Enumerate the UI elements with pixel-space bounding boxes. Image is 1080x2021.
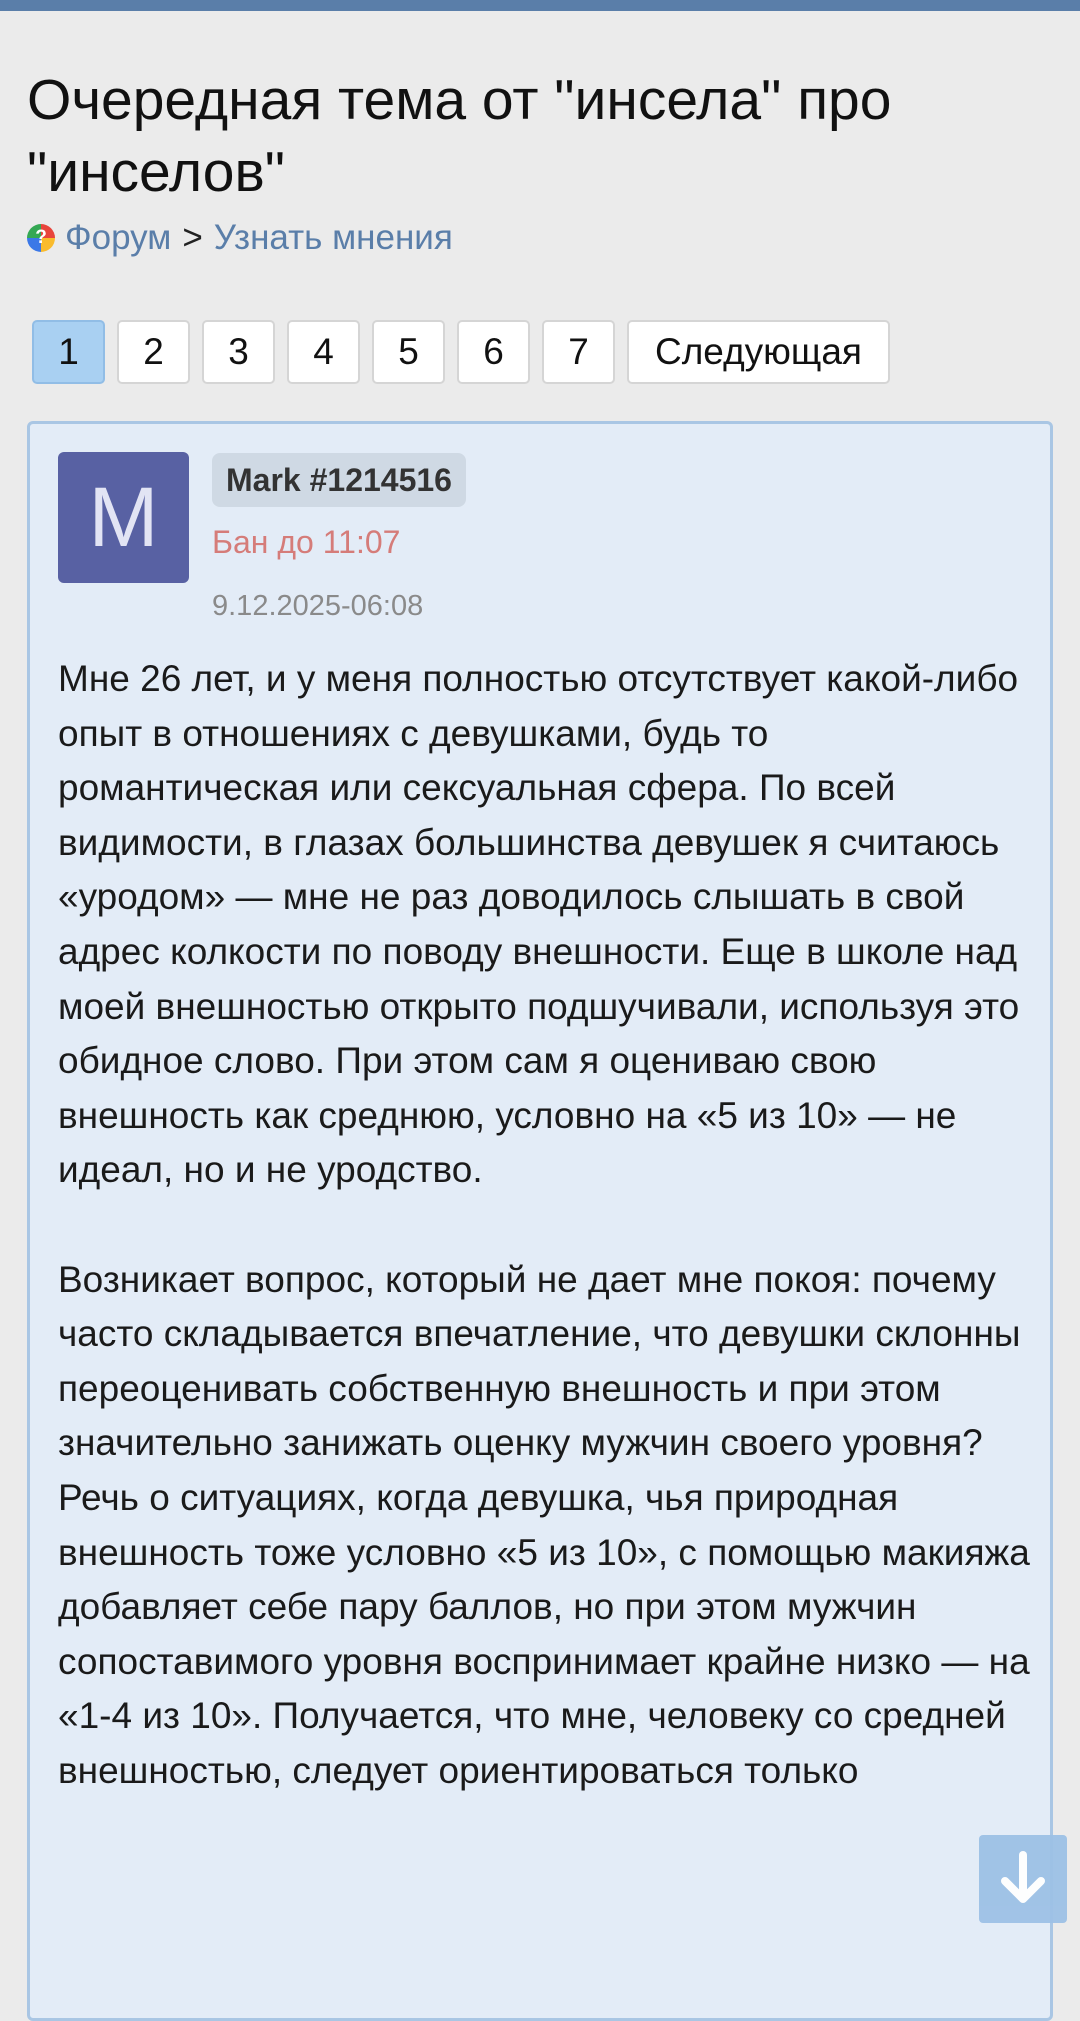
ban-status: Бан до 11:07 — [212, 524, 401, 560]
breadcrumb-forum-link[interactable]: Форум — [65, 218, 171, 258]
post-paragraph: Мне 26 лет, и у меня полностью отсутству… — [58, 658, 1020, 1191]
page-button-3[interactable]: 3 — [202, 320, 275, 384]
page-button-1[interactable]: 1 — [32, 320, 105, 384]
arrow-down-icon — [1001, 1851, 1045, 1903]
post-paragraph: Возникает вопрос, который не дает мне по… — [58, 1258, 1030, 1791]
page-button-6[interactable]: 6 — [457, 320, 530, 384]
post-date: 9.12.2025-06:08 — [212, 590, 424, 622]
breadcrumb-section-link[interactable]: Узнать мнения — [214, 218, 453, 258]
forum-post: M Mark #1214516 Бан до 11:07 9.12.2025-0… — [27, 421, 1053, 2021]
avatar[interactable]: M — [58, 452, 189, 583]
post-body: Мне 26 лет, и у меня полностью отсутству… — [58, 652, 1038, 1853]
pagination: 1 2 3 4 5 6 7 Следующая — [32, 320, 890, 384]
next-page-button[interactable]: Следующая — [627, 320, 890, 384]
page-button-2[interactable]: 2 — [117, 320, 190, 384]
forum-logo-icon: ? — [27, 224, 55, 252]
author-name[interactable]: Mark #1214516 — [212, 453, 466, 507]
page-button-7[interactable]: 7 — [542, 320, 615, 384]
page-button-4[interactable]: 4 — [287, 320, 360, 384]
breadcrumb: ? Форум > Узнать мнения — [27, 214, 453, 262]
breadcrumb-separator: > — [182, 218, 203, 257]
page-button-5[interactable]: 5 — [372, 320, 445, 384]
page-title: Очередная тема от "инсела" про "инселов" — [27, 68, 892, 204]
scroll-down-button[interactable] — [979, 1835, 1067, 1923]
top-bar — [0, 0, 1080, 11]
